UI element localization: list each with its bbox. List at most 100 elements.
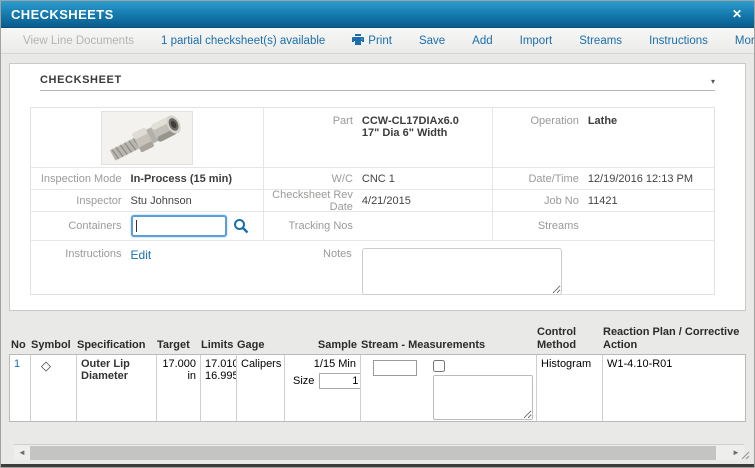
instructions-cell: Instructions Edit [31, 241, 263, 294]
part-photo-cell [31, 108, 263, 167]
form-row-part: Part CCW-CL17DIAx6.0 17" Dia 6" Width Op… [31, 108, 714, 168]
job-no-value: 11421 [586, 195, 618, 207]
sample-size-label: Size [293, 375, 314, 387]
text-cursor [136, 220, 137, 232]
header-symbol: Symbol [29, 339, 75, 352]
rev-date-label: Checksheet Rev Date [264, 189, 360, 213]
add-button[interactable]: Add [472, 35, 492, 47]
window-bottom-edge [1, 464, 754, 467]
job-no-label: Job No [493, 195, 586, 207]
checksheets-window: CHECKSHEETS ✕ View Line Documents 1 part… [0, 0, 755, 468]
instructions-button[interactable]: Instructions [649, 35, 708, 47]
row-target: 17.000 in [156, 355, 200, 421]
part-cell: Part CCW-CL17DIAx6.0 17" Dia 6" Width [263, 108, 492, 167]
import-button[interactable]: Import [520, 35, 553, 47]
notes-cell: Notes [263, 241, 714, 294]
containers-cell: Containers [31, 212, 263, 240]
view-line-documents-button: View Line Documents [23, 35, 134, 47]
print-icon [352, 34, 364, 48]
panel-title: CHECKSHEET [40, 74, 122, 86]
row-gage: Calipers [236, 355, 284, 421]
instructions-label: Instructions [31, 248, 129, 260]
horizontal-scrollbar[interactable]: ◄ ► [14, 444, 744, 460]
tracking-nos-label: Tracking Nos [264, 220, 360, 232]
more-menu-button[interactable]: More▾ [735, 35, 755, 47]
rev-date-cell: Checksheet Rev Date 4/21/2015 [263, 190, 492, 212]
print-button[interactable]: Print [352, 34, 392, 48]
row-symbol diamond-icon: ◇ [30, 355, 76, 421]
operation-cell: Operation Lathe [492, 108, 714, 167]
operation-label: Operation [493, 115, 586, 127]
wc-label: W/C [264, 173, 360, 185]
save-button[interactable]: Save [419, 35, 445, 47]
header-reaction-plan: Reaction Plan / Corrective Action [601, 326, 746, 351]
notes-textarea[interactable] [362, 248, 562, 295]
window-title: CHECKSHEETS [11, 7, 114, 22]
inspector-label: Inspector [31, 195, 129, 207]
row-limits: 17.010 16.995 [200, 355, 236, 421]
part-photo [101, 111, 193, 165]
checksheet-panel: CHECKSHEET ▾ [9, 63, 746, 311]
streams-button[interactable]: Streams [579, 35, 622, 47]
toolbar: View Line Documents 1 partial checksheet… [1, 28, 754, 54]
title-bar: CHECKSHEETS ✕ [1, 1, 754, 28]
header-no: No [9, 339, 29, 352]
form-row-mode: Inspection Mode In-Process (15 min) W/C … [31, 168, 714, 190]
resize-grip-icon[interactable] [741, 451, 750, 460]
row-sample: 1/15 Min Size [284, 355, 360, 421]
row-control-method: Histogram [536, 355, 602, 421]
inspection-mode-label: Inspection Mode [31, 173, 129, 185]
streams-cell: Streams [492, 212, 714, 240]
search-icon[interactable] [233, 218, 249, 234]
scroll-left-icon[interactable]: ◄ [14, 445, 30, 461]
form-row-instructions: Instructions Edit Notes [31, 241, 714, 294]
measurement-input[interactable] [373, 360, 417, 376]
containers-input[interactable] [131, 215, 227, 237]
spec-table: No Symbol Specification Target Limits Ga… [9, 326, 746, 422]
inspector-value: Stu Johnson [129, 195, 192, 207]
streams-label: Streams [493, 220, 586, 232]
header-stream-measurements: Stream - Measurements [359, 339, 535, 352]
wc-value: CNC 1 [360, 173, 395, 185]
row-no[interactable]: 1 [10, 355, 30, 421]
datetime-cell: Date/Time 12/19/2016 12:13 PM [492, 168, 714, 190]
panel-header[interactable]: CHECKSHEET ▾ [40, 74, 715, 91]
measurement-notes-textarea[interactable] [433, 375, 533, 420]
partial-checksheets-link[interactable]: 1 partial checksheet(s) available [161, 35, 325, 47]
rev-date-value: 4/21/2015 [360, 195, 411, 207]
row-stream-measurements [360, 355, 536, 421]
header-gage: Gage [235, 339, 283, 352]
part-value: CCW-CL17DIAx6.0 17" Dia 6" Width [360, 115, 459, 139]
datetime-label: Date/Time [493, 173, 586, 185]
tracking-nos-cell: Tracking Nos [263, 212, 492, 240]
notes-label: Notes [263, 248, 359, 260]
operation-value: Lathe [586, 115, 617, 127]
scrollbar-thumb[interactable] [30, 446, 716, 460]
collapse-caret-icon[interactable]: ▾ [711, 77, 715, 86]
datetime-value: 12/19/2016 12:13 PM [586, 173, 693, 185]
part-label: Part [264, 115, 360, 127]
row-specification: Outer Lip Diameter [76, 355, 156, 421]
header-limits: Limits [199, 339, 235, 352]
print-label: Print [368, 35, 392, 47]
row-reaction-plan: W1-4.10-R01 [602, 355, 745, 421]
inspector-cell: Inspector Stu Johnson [31, 190, 263, 212]
form-row-inspector: Inspector Stu Johnson Checksheet Rev Dat… [31, 190, 714, 212]
header-sample: Sample [283, 339, 359, 352]
measurement-checkbox[interactable] [433, 360, 445, 372]
inspection-mode-value: In-Process (15 min) [129, 173, 232, 185]
sample-size-input[interactable] [319, 373, 360, 389]
checksheet-form: Part CCW-CL17DIAx6.0 17" Dia 6" Width Op… [30, 107, 715, 295]
containers-label: Containers [31, 220, 129, 232]
inspection-mode-cell: Inspection Mode In-Process (15 min) [31, 168, 263, 190]
instructions-edit-link[interactable]: Edit [129, 248, 152, 262]
more-label: More [735, 35, 755, 47]
close-icon[interactable]: ✕ [732, 8, 742, 20]
header-control-method: Control Method [535, 326, 601, 351]
header-target: Target [155, 339, 199, 352]
table-row: 1 ◇ Outer Lip Diameter 17.000 in 17.010 … [9, 354, 746, 422]
form-row-containers: Containers Tracking Nos Streams [31, 212, 714, 241]
job-no-cell: Job No 11421 [492, 190, 714, 212]
containers-field-wrap [129, 215, 249, 237]
sample-frequency: 1/15 Min [289, 358, 356, 370]
